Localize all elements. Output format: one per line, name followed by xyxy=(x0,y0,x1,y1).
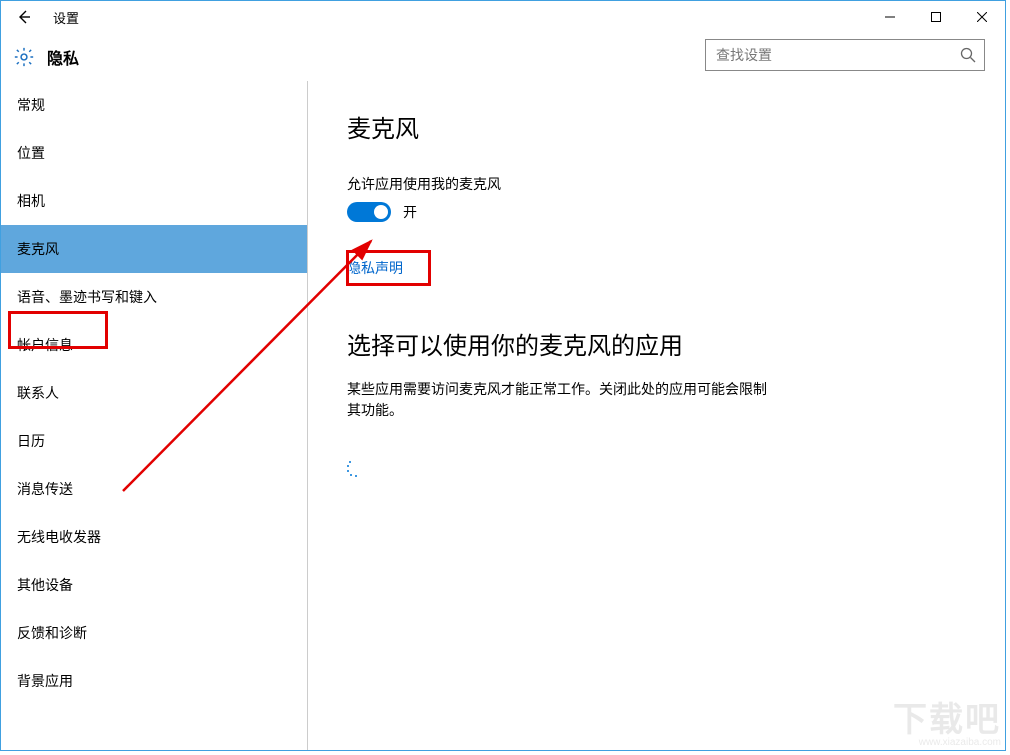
microphone-toggle-row: 开 xyxy=(347,202,965,222)
window-title: 设置 xyxy=(47,8,79,27)
sidebar-item-calendar[interactable]: 日历 xyxy=(1,417,307,465)
minimize-button[interactable] xyxy=(867,1,913,33)
sidebar-item-label: 日历 xyxy=(17,431,45,451)
maximize-button[interactable] xyxy=(913,1,959,33)
titlebar: 设置 xyxy=(1,1,1005,33)
maximize-icon xyxy=(931,12,941,22)
allow-apps-label: 允许应用使用我的麦克风 xyxy=(347,174,965,194)
sidebar-item-background-apps[interactable]: 背景应用 xyxy=(1,657,307,705)
sidebar-item-label: 背景应用 xyxy=(17,671,73,691)
sidebar-item-label: 帐户信息 xyxy=(17,335,73,355)
back-arrow-icon xyxy=(16,9,32,25)
sidebar-item-label: 反馈和诊断 xyxy=(17,623,87,643)
choose-apps-heading: 选择可以使用你的麦克风的应用 xyxy=(347,326,965,361)
search-box[interactable] xyxy=(705,39,985,71)
search-input[interactable] xyxy=(714,46,960,64)
content: 麦克风 允许应用使用我的麦克风 开 隐私声明 选择可以使用你的麦克风的应用 某些… xyxy=(307,81,1005,750)
sidebar-item-general[interactable]: 常规 xyxy=(1,81,307,129)
sidebar-item-camera[interactable]: 相机 xyxy=(1,177,307,225)
gear-icon xyxy=(1,46,47,68)
sidebar-item-radios[interactable]: 无线电收发器 xyxy=(1,513,307,561)
sidebar-item-label: 无线电收发器 xyxy=(17,527,101,547)
sidebar-item-label: 麦克风 xyxy=(17,239,59,259)
body: 常规 位置 相机 麦克风 语音、墨迹书写和键入 帐户信息 联系人 日历 消息传送… xyxy=(1,81,1005,750)
privacy-statement-link[interactable]: 隐私声明 xyxy=(347,258,403,278)
close-icon xyxy=(977,12,987,22)
section-label: 隐私 xyxy=(47,45,79,69)
sidebar-item-label: 常规 xyxy=(17,95,45,115)
window-controls xyxy=(867,1,1005,33)
microphone-toggle[interactable] xyxy=(347,202,391,222)
loading-spinner-icon xyxy=(347,461,363,477)
close-button[interactable] xyxy=(959,1,1005,33)
toggle-knob xyxy=(374,205,388,219)
header: 隐私 xyxy=(1,33,1005,81)
sidebar-item-messaging[interactable]: 消息传送 xyxy=(1,465,307,513)
sidebar: 常规 位置 相机 麦克风 语音、墨迹书写和键入 帐户信息 联系人 日历 消息传送… xyxy=(1,81,307,750)
minimize-icon xyxy=(885,12,895,22)
back-button[interactable] xyxy=(1,1,47,33)
choose-apps-description: 某些应用需要访问麦克风才能正常工作。关闭此处的应用可能会限制其功能。 xyxy=(347,379,767,421)
sidebar-item-label: 语音、墨迹书写和键入 xyxy=(17,287,157,307)
sidebar-item-contacts[interactable]: 联系人 xyxy=(1,369,307,417)
sidebar-item-label: 位置 xyxy=(17,143,45,163)
sidebar-item-other-devices[interactable]: 其他设备 xyxy=(1,561,307,609)
sidebar-item-label: 消息传送 xyxy=(17,479,73,499)
sidebar-item-label: 联系人 xyxy=(17,383,59,403)
page-title: 麦克风 xyxy=(347,109,965,144)
search-icon xyxy=(960,47,976,63)
sidebar-item-feedback[interactable]: 反馈和诊断 xyxy=(1,609,307,657)
sidebar-item-account-info[interactable]: 帐户信息 xyxy=(1,321,307,369)
sidebar-item-location[interactable]: 位置 xyxy=(1,129,307,177)
sidebar-item-speech-ink-typing[interactable]: 语音、墨迹书写和键入 xyxy=(1,273,307,321)
sidebar-item-microphone[interactable]: 麦克风 xyxy=(1,225,307,273)
vertical-divider xyxy=(307,81,308,750)
sidebar-item-label: 其他设备 xyxy=(17,575,73,595)
settings-window: 设置 隐私 常规 位置 xyxy=(0,0,1006,751)
toggle-state-text: 开 xyxy=(403,202,417,222)
sidebar-item-label: 相机 xyxy=(17,191,45,211)
